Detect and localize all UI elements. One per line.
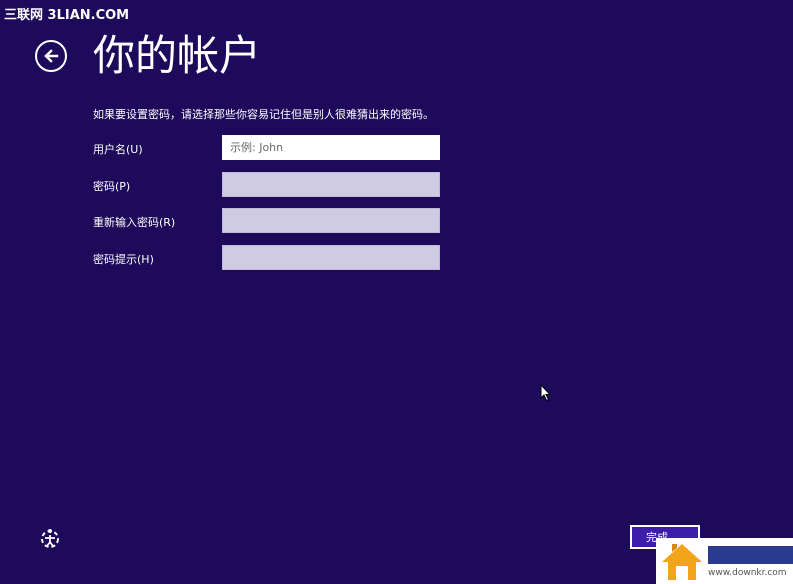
- password-hint-input[interactable]: [222, 245, 440, 270]
- password-hint-row: 密码提示(H): [93, 245, 453, 271]
- ease-of-access-icon: [41, 529, 59, 548]
- back-button[interactable]: [35, 40, 67, 72]
- watermark-bottom: www.downkr.com: [656, 538, 793, 584]
- password-label: 密码(P): [93, 180, 131, 193]
- reenter-password-input[interactable]: [222, 208, 440, 233]
- mouse-pointer-icon: [540, 384, 552, 402]
- watermark-url: www.downkr.com: [708, 568, 787, 578]
- username-input[interactable]: [222, 135, 440, 160]
- watermark-bar: [708, 546, 793, 564]
- back-arrow-icon: [44, 49, 59, 63]
- reenter-password-label: 重新输入密码(R): [93, 216, 176, 229]
- password-row: 密码(P): [93, 172, 453, 198]
- password-input[interactable]: [222, 172, 440, 197]
- username-label: 用户名(U): [93, 143, 143, 156]
- ease-of-access-button[interactable]: [38, 526, 62, 550]
- username-row: 用户名(U): [93, 135, 453, 161]
- reenter-password-row: 重新输入密码(R): [93, 208, 453, 234]
- watermark-top: 三联网 3LIAN.COM: [4, 8, 130, 23]
- page-title: 你的帐户: [93, 31, 262, 80]
- instruction-text: 如果要设置密码，请选择那些你容易记住但是别人很难猜出来的密码。: [93, 108, 434, 121]
- password-hint-label: 密码提示(H): [93, 253, 154, 266]
- account-setup-page: 三联网 3LIAN.COM 你的帐户 如果要设置密码，请选择那些你容易记住但是别…: [0, 0, 793, 584]
- house-logo-icon: [662, 544, 702, 580]
